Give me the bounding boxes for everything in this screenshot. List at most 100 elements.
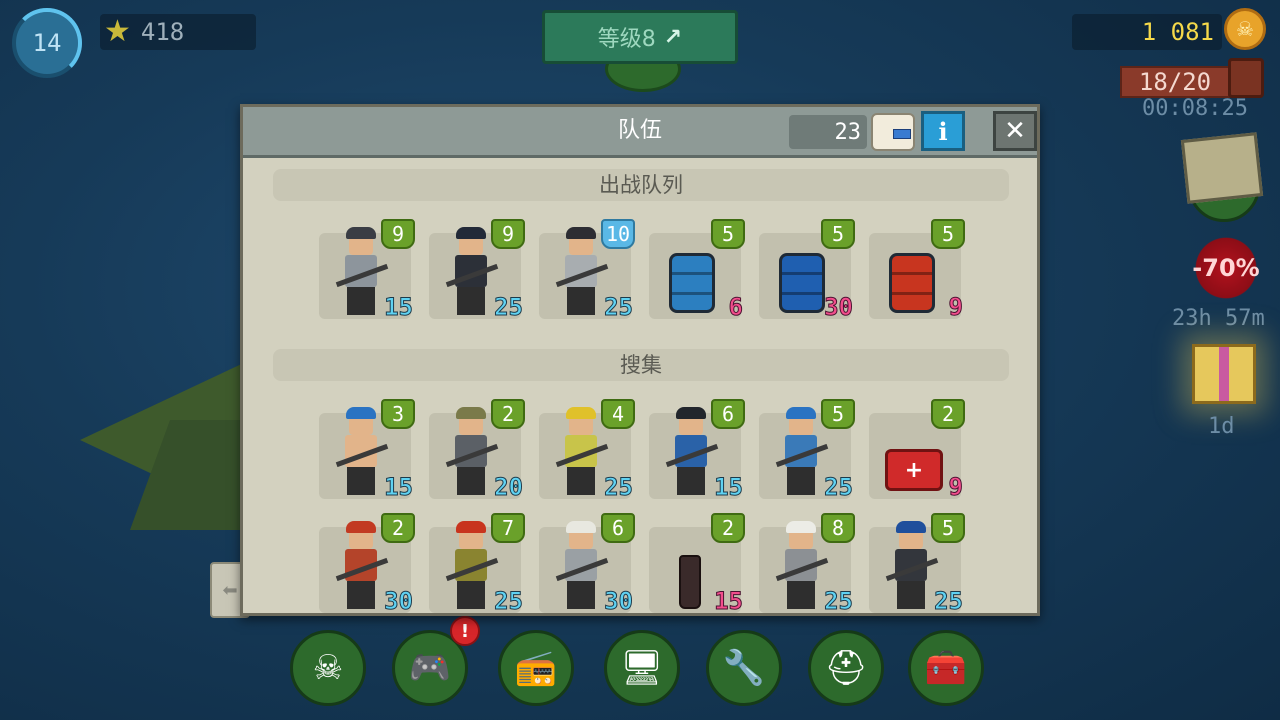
card-value: 30 <box>824 293 854 322</box>
terminal-button[interactable]: 🖥 <box>604 630 680 706</box>
section-title: 出战队列 <box>273 169 1009 201</box>
discount-badge[interactable]: -70% <box>1188 236 1264 300</box>
level-badge: 6 <box>601 513 635 543</box>
survivor-portrait <box>555 407 609 497</box>
survivor-card[interactable]: 7 25 <box>429 513 525 613</box>
survivor-card[interactable]: 5 25 <box>759 399 855 502</box>
survivor-card[interactable]: 2 20 <box>429 399 525 502</box>
notice-board-icon[interactable] <box>1180 132 1264 204</box>
gamepad-icon: 🎮 <box>408 648 452 688</box>
level-badge: 5 <box>821 219 855 249</box>
info-icon: i <box>938 116 948 146</box>
level-badge: 4 <box>601 399 635 429</box>
level-badge: 3 <box>381 399 415 429</box>
energy-value: 18/20 <box>1138 68 1212 96</box>
barrel-card[interactable]: 59 <box>869 219 965 322</box>
ticket-icon[interactable] <box>871 113 915 151</box>
fuel-can-icon[interactable] <box>1228 58 1264 98</box>
card-value: 30 <box>384 587 414 615</box>
team-helmet-button[interactable]: ⛑ <box>808 630 884 706</box>
headgear <box>786 407 816 419</box>
card-value: 25 <box>604 293 634 322</box>
legs <box>347 467 375 495</box>
barrel-card[interactable]: 5 30 <box>759 219 855 322</box>
star-icon: ★ <box>104 14 131 49</box>
dialog-header: 队伍 23 i ✕ <box>243 107 1037 158</box>
card-value: 25 <box>824 587 854 615</box>
card-value: 25 <box>494 293 524 322</box>
legs <box>787 467 815 495</box>
card-value: 6 <box>728 293 743 322</box>
card-value: 9 <box>948 473 963 502</box>
headgear <box>346 521 376 533</box>
survivor-card[interactable]: 2 30 <box>319 513 415 615</box>
close-button[interactable]: ✕ <box>993 111 1037 151</box>
headgear <box>566 227 596 239</box>
survivor-portrait <box>335 407 389 497</box>
level-badge: 10 <box>601 219 635 249</box>
info-button[interactable]: i <box>921 111 965 151</box>
survivor-card[interactable]: 6 15 <box>649 399 745 502</box>
legs <box>457 467 485 495</box>
card-value: 15 <box>714 587 744 615</box>
chest-button[interactable]: 🧰 <box>908 630 984 706</box>
survivor-card[interactable]: 10 25 <box>539 219 635 322</box>
survivor-card[interactable]: 9 25 <box>429 219 525 322</box>
workshop-icon: 🔧 <box>722 648 766 688</box>
gift-timer: 1d <box>1208 414 1235 439</box>
survivor-card[interactable]: 5 25 <box>869 513 965 613</box>
medkit-card[interactable]: +2 9 <box>869 399 965 502</box>
level-badge: 2 <box>711 513 745 543</box>
medkit-icon: + <box>885 449 943 491</box>
stars-counter: ★ 418 <box>100 14 256 50</box>
level-badge: 5 <box>931 219 965 249</box>
ticket-value: 23 <box>834 119 862 145</box>
coin-skull-icon[interactable]: ☠ <box>1224 8 1266 50</box>
headgear <box>786 521 816 533</box>
survivor-portrait <box>445 521 499 611</box>
barrel-card[interactable]: 56 <box>649 219 745 322</box>
level-badge: 5 <box>821 399 855 429</box>
skull-emblem-button[interactable]: ☠ <box>290 630 366 706</box>
survivor-card[interactable]: 3 15 <box>319 399 415 502</box>
terminal-icon: 🖥 <box>620 648 664 688</box>
survivor-card[interactable]: 8 25 <box>759 513 855 615</box>
skull-emblem-icon: ☠ <box>312 648 344 688</box>
radio-button[interactable]: 📻 <box>498 630 574 706</box>
radio-icon: 📻 <box>514 648 558 688</box>
side-tab-label: ⬅ <box>222 579 238 601</box>
survivor-portrait <box>665 407 719 497</box>
card-value: 15 <box>384 293 414 322</box>
gift-box-icon[interactable] <box>1192 344 1256 404</box>
workshop-button[interactable]: 🔧 <box>706 630 782 706</box>
tier-button[interactable]: 等级8 ↗ <box>542 10 738 64</box>
arrow-up-right-icon: ↗ <box>663 24 683 50</box>
level-badge: 2 <box>931 399 965 429</box>
legs <box>567 467 595 495</box>
headgear <box>676 407 706 419</box>
level-badge: 2 <box>381 513 415 543</box>
survivor-card[interactable]: 4 25 <box>539 399 635 502</box>
section-title: 搜集 <box>273 349 1009 381</box>
level-badge: 2 <box>491 399 525 429</box>
level-badge: 5 <box>711 219 745 249</box>
legs <box>457 581 485 609</box>
survivor-card[interactable]: 9 15 <box>319 219 415 322</box>
notification-alert-badge: ! <box>450 616 480 646</box>
team-helmet-icon: ⛑ <box>824 648 868 688</box>
survivor-portrait <box>445 227 499 317</box>
player-level-badge[interactable]: 14 <box>12 8 82 78</box>
headgear <box>346 227 376 239</box>
discount-value: -70% <box>1192 254 1260 282</box>
survivor-portrait <box>555 227 609 317</box>
energy-counter: 18/20 <box>1120 66 1230 98</box>
legs <box>457 287 485 315</box>
legs <box>787 581 815 609</box>
stars-value: 418 <box>140 18 185 46</box>
survivor-card[interactable]: 6 30 <box>539 513 635 613</box>
survivor-portrait <box>775 521 829 611</box>
headgear <box>566 407 596 419</box>
barrel-icon <box>889 253 935 313</box>
level-badge: 7 <box>491 513 525 543</box>
molotov-card[interactable]: 2 15 <box>649 513 745 615</box>
